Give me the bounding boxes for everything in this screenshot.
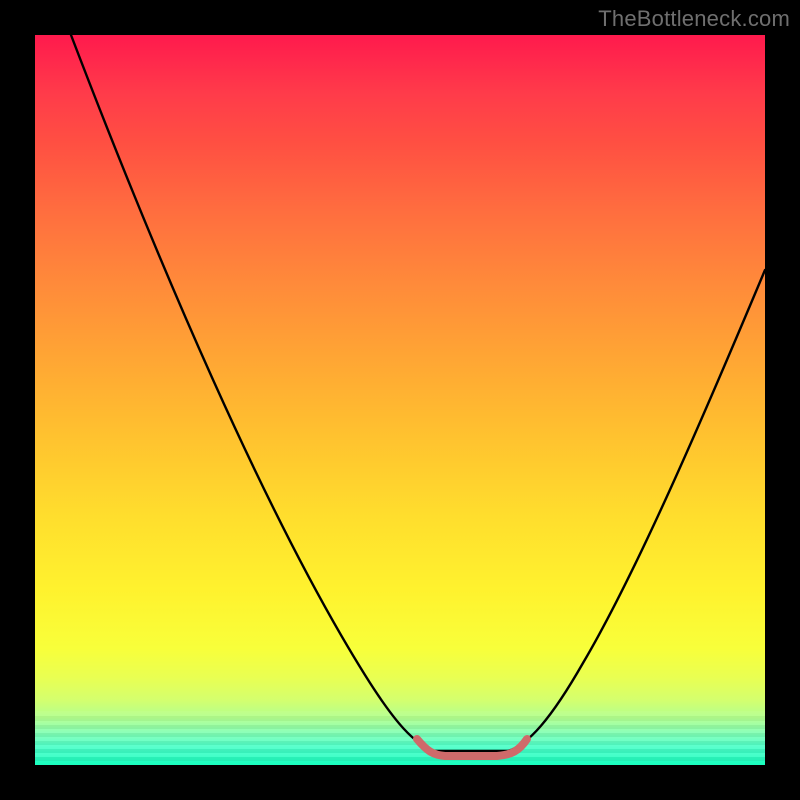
chart-frame: TheBottleneck.com (0, 0, 800, 800)
watermark-text: TheBottleneck.com (598, 6, 790, 32)
bottleneck-curve (71, 35, 765, 751)
trough-highlight (417, 739, 527, 756)
plot-area (35, 35, 765, 765)
curve-svg (35, 35, 765, 765)
